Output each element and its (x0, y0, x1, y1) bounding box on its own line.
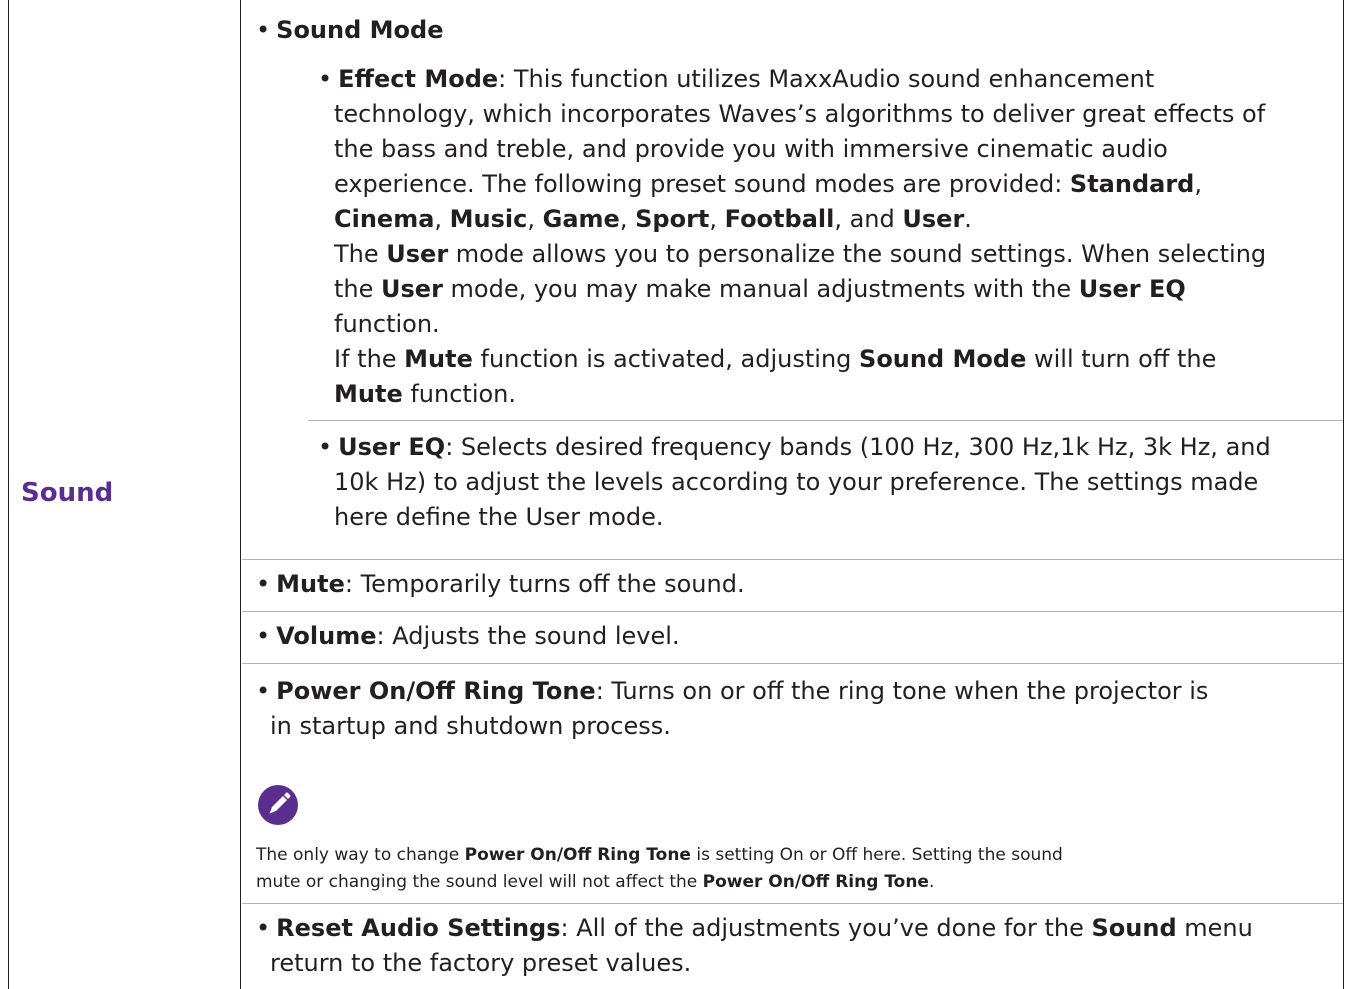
mode-user: User (902, 205, 965, 233)
text: The (334, 240, 387, 268)
mode-cinema: Cinema (334, 205, 435, 233)
reset-title: Reset Audio Settings (276, 914, 561, 942)
reset-section: • Reset Audio Settings: All of the adjust… (242, 904, 1343, 989)
separator: , (709, 205, 725, 233)
effect-mode-text: experience. The following preset sound m… (334, 170, 1070, 198)
note-text: The only way to change (256, 845, 465, 865)
effect-mode-line-4: experience. The following preset sound m… (334, 168, 1202, 201)
mute-line: • Mute: Temporarily turns off the sound. (256, 568, 745, 601)
sub-divider (308, 420, 1343, 421)
bullet: • (256, 677, 271, 705)
user-mode-line-2: the User mode, you may make manual adjus… (334, 273, 1186, 306)
reset-text: menu (1176, 914, 1253, 942)
row-label-sound: Sound (21, 478, 114, 508)
ring-tone-term: Power On/Off Ring Tone (464, 845, 691, 865)
note-text: mute or changing the sound level will no… (256, 872, 703, 892)
ring-tone-term: Power On/Off Ring Tone (702, 872, 929, 892)
mute-section: • Mute: Temporarily turns off the sound. (242, 560, 1343, 612)
mode-sport: Sport (635, 205, 710, 233)
separator: , (434, 205, 450, 233)
text: mode allows you to personalize the sound… (448, 240, 1267, 268)
note-line-2: mute or changing the sound level will no… (256, 869, 934, 896)
sound-mode-heading: • Sound Mode (256, 14, 443, 47)
ring-tone-title: Power On/Off Ring Tone (276, 677, 596, 705)
bullet: • (318, 65, 333, 93)
text: the (334, 275, 382, 303)
separator: , (1194, 170, 1202, 198)
volume-text: : Adjusts the sound level. (376, 622, 680, 650)
ring-tone-text: : Turns on or off the ring tone when the… (595, 677, 1209, 705)
text: will turn off the (1026, 345, 1217, 373)
user-eq-line-2: 10k Hz) to adjust the levels according t… (334, 468, 1259, 496)
mute-note-line-2: Mute function. (334, 378, 516, 411)
bullet: • (256, 622, 271, 650)
user-eq-text: : Selects desired frequency bands (100 H… (445, 433, 1271, 461)
note-text: . (928, 872, 935, 892)
note-line-1: The only way to change Power On/Off Ring… (256, 842, 1063, 869)
separator: , (619, 205, 636, 233)
mode-standard: Standard (1069, 170, 1195, 198)
effect-mode-line-3: the bass and treble, and provide you wit… (334, 135, 1168, 163)
separator: , and (834, 205, 903, 233)
volume-section: • Volume: Adjusts the sound level. (242, 612, 1343, 664)
mute-title: Mute (276, 570, 345, 598)
mode-game: Game (542, 205, 620, 233)
user-term: User (381, 275, 443, 303)
mode-football: Football (724, 205, 835, 233)
sound-mode-section: • Sound Mode • Effect Mode: This function … (242, 0, 1343, 560)
reset-line-2: return to the factory preset values. (270, 949, 692, 977)
mute-note-line-1: If the Mute function is activated, adjus… (334, 343, 1216, 376)
effect-mode-text: : This function utilizes MaxxAudio sound… (498, 65, 1155, 93)
label-column: Sound (9, 0, 241, 989)
sound-mode-title: Sound Mode (276, 16, 444, 44)
volume-line: • Volume: Adjusts the sound level. (256, 620, 680, 653)
reset-line-1: • Reset Audio Settings: All of the adjust… (256, 912, 1253, 945)
user-mode-line-3: function. (334, 310, 440, 338)
user-term: User (386, 240, 449, 268)
mute-text: : Temporarily turns off the sound. (344, 570, 745, 598)
ring-tone-line-1: • Power On/Off Ring Tone: Turns on or off… (256, 675, 1208, 708)
volume-title: Volume (276, 622, 377, 650)
user-eq-term: User EQ (1078, 275, 1186, 303)
sound-term: Sound (1091, 914, 1177, 942)
user-eq-line-1: • User EQ: Selects desired frequency band… (318, 431, 1271, 464)
bullet: • (256, 914, 271, 942)
text: mode, you may make manual adjustments wi… (442, 275, 1079, 303)
effect-mode-line-1: • Effect Mode: This function utilizes Max… (318, 63, 1154, 96)
ring-tone-section: • Power On/Off Ring Tone: Turns on or off… (242, 664, 1343, 904)
user-mode-line-1: The User mode allows you to personalize … (334, 238, 1266, 271)
user-eq-line-3: here define the User mode. (334, 503, 664, 531)
period: . (964, 205, 972, 233)
reset-text: : All of the adjustments you’ve done for… (560, 914, 1092, 942)
bullet: • (318, 433, 333, 461)
text: function. (402, 380, 517, 408)
ring-tone-line-2: in startup and shutdown process. (270, 712, 671, 740)
effect-mode-title: Effect Mode (338, 65, 499, 93)
text: If the (334, 345, 405, 373)
mute-term: Mute (404, 345, 473, 373)
effect-mode-line-2: technology, which incorporates Waves’s a… (334, 100, 1266, 128)
text: function is activated, adjusting (472, 345, 860, 373)
note-text: is setting On or Off here. Setting the s… (690, 845, 1063, 865)
pencil-icon (258, 785, 298, 825)
mode-music: Music (449, 205, 528, 233)
effect-mode-line-5: Cinema, Music, Game, Sport, Football, an… (334, 203, 972, 236)
user-eq-title: User EQ (338, 433, 446, 461)
bullet: • (256, 570, 271, 598)
sound-mode-term: Sound Mode (859, 345, 1027, 373)
settings-table: Sound • Sound Mode • Effect Mode: This fun… (8, 0, 1344, 989)
mute-term: Mute (334, 380, 403, 408)
separator: , (527, 205, 543, 233)
bullet: • (256, 16, 271, 44)
